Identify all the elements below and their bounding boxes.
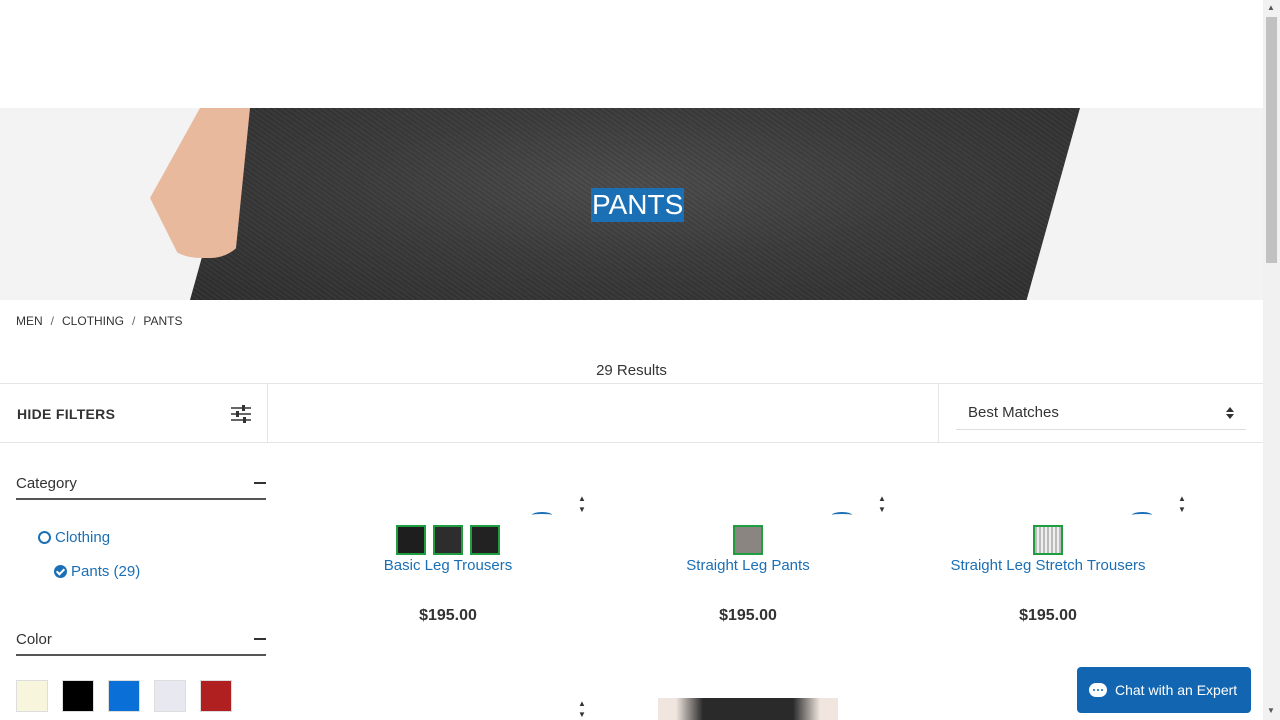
- product-color-swatch[interactable]: [433, 525, 463, 555]
- product-name[interactable]: Straight Leg Stretch Trousers: [898, 557, 1198, 574]
- color-swatch-red[interactable]: [200, 680, 232, 712]
- color-swatch-blue[interactable]: [108, 680, 140, 712]
- scroll-down-icon[interactable]: ▼: [1267, 706, 1275, 715]
- chat-with-expert-button[interactable]: Chat with an Expert: [1077, 667, 1251, 713]
- collapse-minus-icon[interactable]: [254, 482, 266, 484]
- down-arrow-icon: ▼: [578, 710, 586, 719]
- product-name[interactable]: Basic Leg Trousers: [298, 557, 598, 574]
- category-item-label: Pants (29): [71, 563, 141, 580]
- color-filter-header[interactable]: Color: [16, 624, 266, 656]
- color-swatch-black[interactable]: [62, 680, 94, 712]
- wishlist-icon[interactable]: [532, 512, 552, 518]
- breadcrumb-separator: /: [132, 314, 136, 328]
- up-arrow-icon: ▲: [578, 699, 586, 708]
- breadcrumb-clothing[interactable]: CLOTHING: [62, 314, 124, 328]
- color-swatches: [16, 680, 232, 712]
- category-item-label: Clothing: [55, 529, 111, 546]
- up-arrow-icon: ▲: [878, 494, 886, 503]
- product-price: $195.00: [719, 607, 777, 624]
- product-name[interactable]: Straight Leg Pants: [598, 557, 898, 574]
- site-header: [0, 0, 1263, 108]
- breadcrumb-men[interactable]: MEN: [16, 314, 43, 328]
- page-scrollbar[interactable]: ▲ ▼: [1263, 0, 1280, 720]
- down-arrow-icon: ▼: [1178, 505, 1186, 514]
- product-color-swatch[interactable]: [733, 525, 763, 555]
- hide-filters-button[interactable]: HIDE FILTERS: [0, 384, 268, 443]
- filter-sliders-icon: [231, 404, 251, 423]
- page-title: PANTS: [591, 188, 685, 222]
- product-color-options: [898, 525, 1198, 555]
- breadcrumb-separator: /: [50, 314, 55, 328]
- image-stepper[interactable]: ▲ ▼: [1174, 493, 1190, 515]
- breadcrumb-pants: PANTS: [143, 314, 183, 328]
- product-color-swatch[interactable]: [470, 525, 500, 555]
- sort-select[interactable]: Best Matches: [956, 396, 1246, 430]
- product-color-options: [298, 525, 598, 555]
- product-image[interactable]: [658, 698, 838, 720]
- hide-filters-label: HIDE FILTERS: [17, 405, 116, 422]
- product-price: $195.00: [1019, 607, 1077, 624]
- hero-image-hand: [150, 108, 250, 258]
- down-arrow-icon: ▼: [878, 505, 886, 514]
- category-filter-title: Category: [16, 474, 77, 492]
- product-color-swatch[interactable]: [396, 525, 426, 555]
- up-arrow-icon: ▲: [1178, 494, 1186, 503]
- collapse-minus-icon[interactable]: [254, 638, 266, 640]
- chat-bubble-icon: [1089, 683, 1107, 697]
- up-arrow-icon: ▲: [578, 494, 586, 503]
- radio-checked-icon: [54, 565, 67, 578]
- chat-label: Chat with an Expert: [1115, 682, 1238, 698]
- image-stepper[interactable]: ▲ ▼: [874, 493, 890, 515]
- radio-unchecked-icon: [38, 531, 51, 544]
- product-color-options: [598, 525, 898, 555]
- category-filter-header[interactable]: Category: [16, 468, 266, 500]
- results-count: 29 Results: [596, 362, 667, 379]
- category-item-clothing[interactable]: Clothing: [38, 529, 110, 546]
- listing-toolbar: HIDE FILTERS Best Matches: [0, 383, 1263, 443]
- sort-selected-value: Best Matches: [968, 404, 1059, 421]
- product-color-swatch[interactable]: [1033, 525, 1063, 555]
- image-stepper[interactable]: ▲ ▼: [574, 698, 590, 720]
- filter-sidebar: Category Clothing Pants (29) Color: [16, 468, 266, 712]
- category-item-pants[interactable]: Pants (29): [54, 563, 140, 580]
- color-swatch-light-gray[interactable]: [154, 680, 186, 712]
- color-swatch-cream[interactable]: [16, 680, 48, 712]
- breadcrumb: MEN / CLOTHING / PANTS: [16, 314, 183, 328]
- color-filter-title: Color: [16, 630, 52, 648]
- select-updown-icon: [1226, 406, 1234, 419]
- wishlist-icon[interactable]: [1132, 512, 1152, 518]
- image-stepper[interactable]: ▲ ▼: [574, 493, 590, 515]
- toolbar-divider: [938, 384, 939, 443]
- product-price: $195.00: [419, 607, 477, 624]
- scrollbar-thumb[interactable]: [1266, 17, 1277, 263]
- scroll-up-icon[interactable]: ▲: [1267, 3, 1275, 12]
- down-arrow-icon: ▼: [578, 505, 586, 514]
- wishlist-icon[interactable]: [832, 512, 852, 518]
